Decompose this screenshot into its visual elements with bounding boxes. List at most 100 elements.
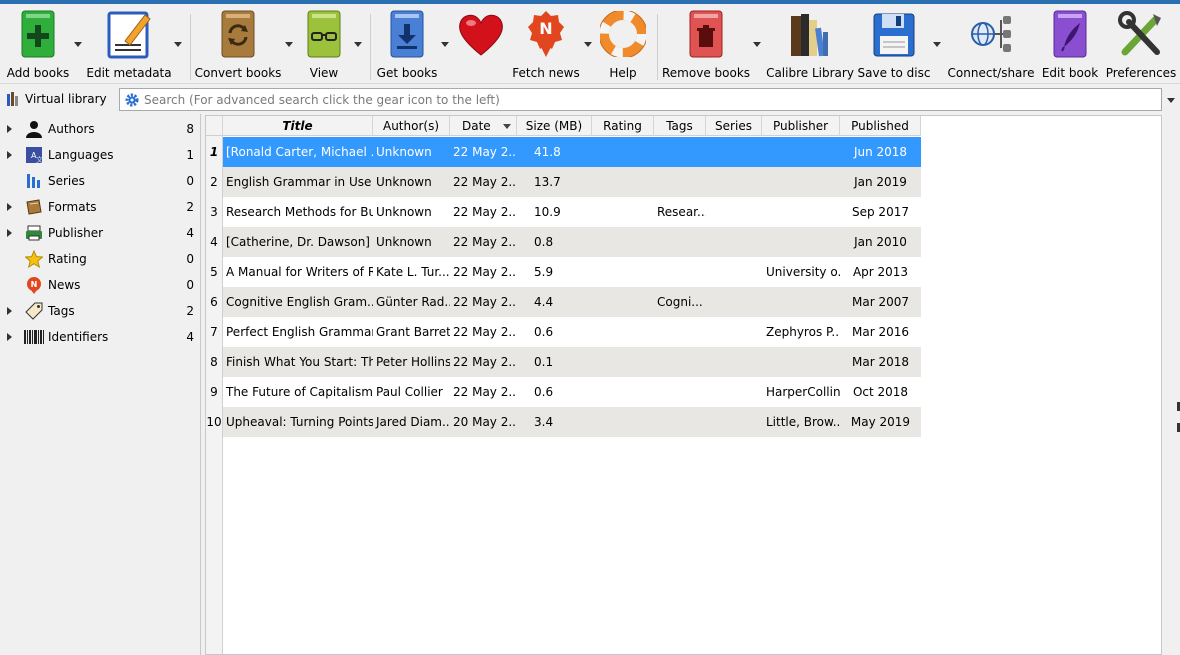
virtual-library-button[interactable]: Virtual library	[6, 90, 107, 108]
rating-cell	[592, 347, 654, 377]
tag-browser-item-news[interactable]: N News 0	[0, 273, 201, 297]
right-side-panel	[1162, 114, 1180, 655]
table-row[interactable]: 3 Research Methods for Bu... Unknown 22 May…	[206, 197, 921, 227]
save-to-disc-button[interactable]: Save to disc	[858, 8, 930, 82]
get-books-dropdown-arrow[interactable]	[441, 42, 449, 47]
help-label: Help	[609, 66, 637, 80]
help-button[interactable]: Help	[599, 8, 647, 82]
news-icon: N	[24, 275, 44, 295]
edit-metadata-icon	[105, 8, 153, 60]
gear-icon[interactable]	[120, 89, 144, 110]
tags-cell	[654, 257, 706, 287]
add-books-button[interactable]: Add books	[6, 8, 70, 82]
tag-browser-item-languages[interactable]: A文 Languages 1	[0, 143, 201, 167]
row-number: 8	[206, 347, 223, 377]
preferences-button[interactable]: Preferences	[1106, 8, 1176, 82]
tag-browser-item-tags[interactable]: Tags 2	[0, 299, 201, 323]
date-cell: 22 May 2...	[450, 377, 517, 407]
column-header-date-label: Date	[462, 119, 491, 133]
expand-arrow-icon[interactable]	[7, 125, 12, 133]
size-cell: 3.4	[517, 407, 592, 437]
title-cell: A Manual for Writers of R...	[223, 257, 373, 287]
tag-browser-item-authors[interactable]: Authors 8	[0, 117, 201, 141]
published-cell: Mar 2016	[840, 317, 921, 347]
date-cell: 22 May 2...	[450, 167, 517, 197]
library-books-icon	[786, 8, 834, 60]
fetch-news-dropdown-arrow[interactable]	[584, 42, 592, 47]
search-input[interactable]	[144, 89, 1144, 110]
search-history-dropdown[interactable]	[1164, 90, 1178, 110]
table-row[interactable]: 6 Cognitive English Gram... Günter Rad... 2…	[206, 287, 921, 317]
series-cell	[706, 377, 762, 407]
column-header-size[interactable]: Size (MB)	[517, 116, 592, 136]
expand-arrow-icon[interactable]	[7, 151, 12, 159]
published-cell: Oct 2018	[840, 377, 921, 407]
table-row[interactable]: 9 The Future of Capitalism Paul Collier 22 …	[206, 377, 921, 407]
column-header-published[interactable]: Published	[840, 116, 921, 136]
remove-books-button[interactable]: Remove books	[662, 8, 750, 82]
convert-books-dropdown-arrow[interactable]	[285, 42, 293, 47]
edit-metadata-dropdown-arrow[interactable]	[174, 42, 182, 47]
tag-browser-item-identifiers[interactable]: Identifiers 4	[0, 325, 201, 349]
row-number: 3	[206, 197, 223, 227]
table-row[interactable]: 4 [Catherine, Dr. Dawson] I... Unknown 22 M…	[206, 227, 921, 257]
publisher-cell	[762, 287, 840, 317]
expand-arrow-icon[interactable]	[7, 203, 12, 211]
fetch-news-button[interactable]: N Fetch news	[512, 8, 580, 82]
save-to-disc-dropdown-arrow[interactable]	[933, 42, 941, 47]
publisher-cell	[762, 137, 840, 167]
table-row[interactable]: 7Perfect English Grammar:...Grant Barret…	[206, 317, 921, 347]
network-icon	[967, 8, 1015, 60]
table-row[interactable]: 10 Upheaval: Turning Points... Jared Diam.…	[206, 407, 921, 437]
calibre-library-button[interactable]: Calibre Library	[766, 8, 854, 82]
column-header-authors[interactable]: Author(s)	[373, 116, 450, 136]
get-books-button[interactable]: Get books	[376, 8, 438, 82]
view-dropdown-arrow[interactable]	[354, 42, 362, 47]
table-row[interactable]: 5A Manual for Writers of R... Kate L. Tur…	[206, 257, 921, 287]
connect-share-label: Connect/share	[947, 66, 1035, 80]
tag-browser-item-label: Series	[48, 174, 85, 188]
date-cell: 22 May 2...	[450, 137, 517, 167]
get-books-label: Get books	[376, 66, 438, 80]
view-label: View	[309, 66, 339, 80]
tag-browser-item-rating[interactable]: Rating 0	[0, 247, 201, 271]
row-number: 10	[206, 407, 223, 437]
author-cell: Jared Diam...	[373, 407, 450, 437]
connect-share-button[interactable]: Connect/share	[947, 8, 1035, 82]
column-header-title[interactable]: Title	[223, 116, 373, 136]
column-header-date[interactable]: Date	[450, 116, 517, 136]
column-header-tags[interactable]: Tags	[654, 116, 706, 136]
series-cell	[706, 227, 762, 257]
author-cell: Günter Rad...	[373, 287, 450, 317]
title-cell: Upheaval: Turning Points...	[223, 407, 373, 437]
add-books-dropdown-arrow[interactable]	[74, 42, 82, 47]
title-cell: The Future of Capitalism	[223, 377, 373, 407]
published-cell: May 2019	[840, 407, 921, 437]
publisher-cell	[762, 167, 840, 197]
tag-browser-item-count: 0	[186, 278, 194, 292]
edit-book-button[interactable]: Edit book	[1040, 8, 1100, 82]
tags-cell	[654, 137, 706, 167]
edit-book-label: Edit book	[1041, 66, 1099, 80]
convert-books-button[interactable]: Convert books	[195, 8, 281, 82]
expand-arrow-icon[interactable]	[7, 307, 12, 315]
edit-metadata-button[interactable]: Edit metadata	[86, 8, 172, 82]
table-row[interactable]: 8 Finish What You Start: Th... Peter Holli…	[206, 347, 921, 377]
view-button[interactable]: View	[300, 8, 348, 82]
tools-icon	[1117, 8, 1165, 60]
expand-arrow-icon[interactable]	[7, 333, 12, 341]
table-row[interactable]: 1 [Ronald Carter, Michael ... Unknown 22 Ma…	[206, 137, 921, 167]
table-row[interactable]: 2English Grammar in Use -...Unknown22 Ma…	[206, 167, 921, 197]
tag-browser-item-label: Languages	[48, 148, 114, 162]
column-header-rating[interactable]: Rating	[592, 116, 654, 136]
column-header-series[interactable]: Series	[706, 116, 762, 136]
donate-button[interactable]	[456, 8, 506, 82]
date-cell: 22 May 2...	[450, 287, 517, 317]
date-cell: 22 May 2...	[450, 257, 517, 287]
remove-books-dropdown-arrow[interactable]	[753, 42, 761, 47]
tag-browser-item-publisher[interactable]: Publisher 4	[0, 221, 201, 245]
column-header-publisher[interactable]: Publisher	[762, 116, 840, 136]
tag-browser-item-series[interactable]: Series 0	[0, 169, 201, 193]
tag-browser-item-formats[interactable]: Formats 2	[0, 195, 201, 219]
expand-arrow-icon[interactable]	[7, 229, 12, 237]
